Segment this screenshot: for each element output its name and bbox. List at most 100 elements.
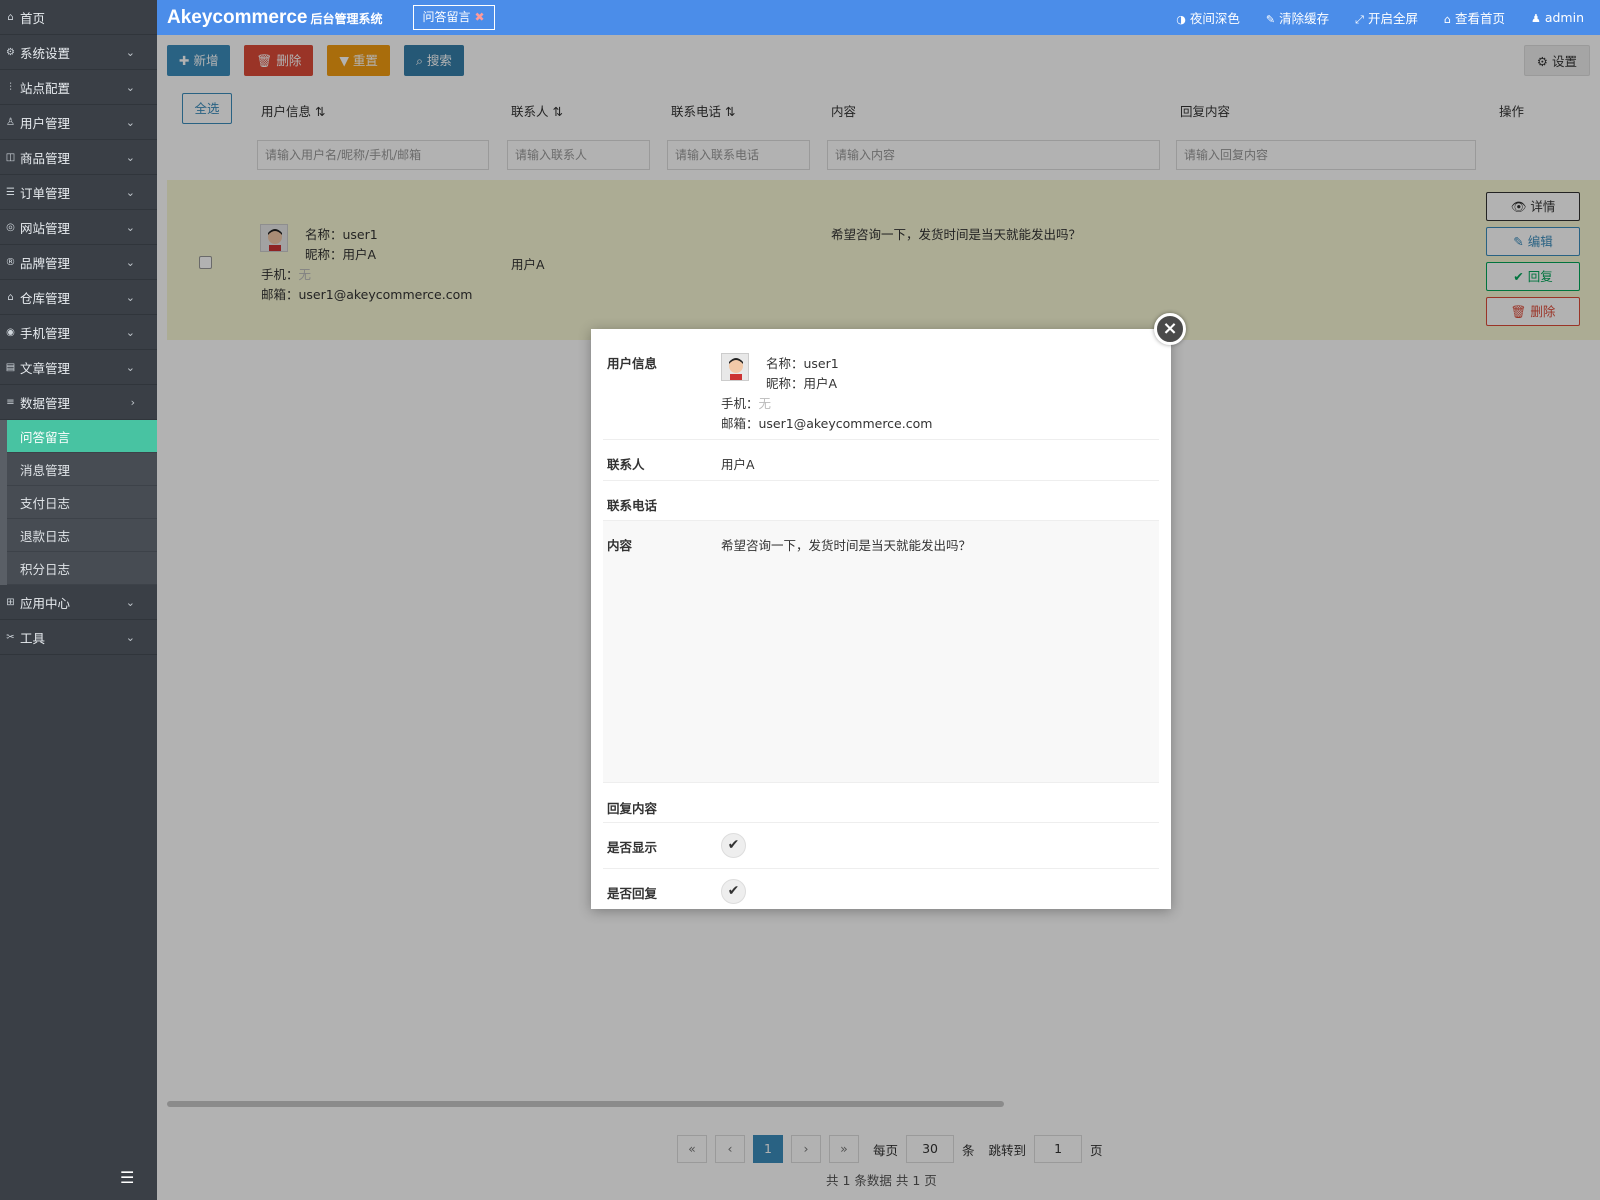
- sidebar-item-label: 应用中心: [20, 595, 71, 611]
- modal-label-reply: 回复内容: [607, 801, 658, 816]
- clear-cache-label: 清除缓存: [1279, 11, 1330, 26]
- sidebar-item-orders[interactable]: ☰ 订单管理 ⌄: [0, 175, 157, 210]
- list-icon: ☰: [6, 186, 15, 198]
- sidebar-item-label: 订单管理: [20, 185, 71, 201]
- fullscreen-label: 开启全屏: [1367, 11, 1418, 26]
- tools-icon: ✂: [6, 631, 15, 643]
- user-icon: ♟: [1530, 12, 1541, 25]
- clear-cache-link[interactable]: ✎ 清除缓存: [1266, 8, 1329, 27]
- chevron-down-icon: ⌄: [125, 80, 135, 94]
- sidebar-item-goods[interactable]: ◫ 商品管理 ⌄: [0, 140, 157, 175]
- sidebar-item-site[interactable]: ⫶ 站点配置 ⌄: [0, 70, 157, 105]
- sidebar-item-label: 站点配置: [20, 80, 71, 96]
- modal-contact-value: 用户A: [721, 457, 755, 472]
- sidebar-item-mobile[interactable]: ◉ 手机管理 ⌄: [0, 315, 157, 350]
- modal-label-content: 内容: [607, 538, 633, 553]
- bag-icon: ◫: [5, 151, 16, 163]
- modal-row-contact: 联系人 用户A: [603, 440, 1159, 481]
- sidebar-item-label: 商品管理: [20, 150, 71, 166]
- sidebar-item-label: 仓库管理: [20, 290, 71, 306]
- registered-icon: ®: [5, 256, 16, 268]
- user-icon: ♙: [6, 116, 15, 128]
- modal-user-phone: 手机：无: [721, 393, 771, 412]
- chevron-down-icon: ⌄: [125, 115, 135, 129]
- header-links: ◑ 夜间深色 ✎ 清除缓存 ⤢ 开启全屏 ⌂ 查看首页 ♟ admin: [1176, 0, 1584, 35]
- modal-row-user: 用户信息 名称：user1 昵称：用户A 手机：无 邮箱：user1@akeyc…: [603, 337, 1159, 440]
- sidebar-item-users[interactable]: ♙ 用户管理 ⌄: [0, 105, 157, 140]
- modal-content-value: 希望咨询一下，发货时间是当天就能发出吗？: [721, 538, 972, 553]
- contrast-icon: ◑: [1176, 13, 1186, 26]
- chevron-down-icon: ⌄: [125, 185, 135, 199]
- brand-name: Akeycommerce: [167, 6, 308, 28]
- document-icon: ▤: [5, 361, 16, 373]
- modal-row-show: 是否显示 ✔: [603, 823, 1159, 869]
- gear-icon: ⚙: [6, 46, 15, 58]
- sliders-icon: ⫶: [9, 81, 12, 93]
- modal-label-user: 用户信息: [607, 356, 658, 371]
- home-icon: ⌂: [7, 11, 14, 23]
- collapse-menu-icon[interactable]: ☰: [120, 1168, 138, 1187]
- sidebar-item-apps[interactable]: ⊞ 应用中心 ⌄: [0, 585, 157, 620]
- sidebar-item-articles[interactable]: ▤ 文章管理 ⌄: [0, 350, 157, 385]
- sidebar-subitem-qa[interactable]: 问答留言: [7, 420, 157, 453]
- chevron-down-icon: ⌄: [125, 220, 135, 234]
- chevron-down-icon: ⌄: [125, 150, 135, 164]
- modal-close-button[interactable]: ×: [1154, 313, 1186, 345]
- home-icon: ⌂: [1443, 13, 1451, 26]
- night-mode-label: 夜间深色: [1189, 11, 1240, 26]
- sidebar-item-system[interactable]: ⚙ 系统设置 ⌄: [0, 35, 157, 70]
- grid-icon: ⊞: [6, 596, 15, 608]
- modal-row-reply: 回复内容: [603, 783, 1159, 823]
- sidebar-item-label: 系统设置: [20, 45, 71, 61]
- detail-modal: 用户信息 名称：user1 昵称：用户A 手机：无 邮箱：user1@akeyc…: [591, 329, 1171, 909]
- tab-label: 问答留言: [422, 10, 471, 24]
- modal-label-show: 是否显示: [607, 840, 658, 855]
- modal-row-content: 内容 希望咨询一下，发货时间是当天就能发出吗？: [603, 521, 1159, 783]
- admin-user-link[interactable]: ♟ admin: [1531, 10, 1584, 25]
- sidebar-item-label: 工具: [20, 630, 46, 646]
- modal-user-email: 邮箱：user1@akeycommerce.com: [721, 416, 933, 431]
- sidebar-item-brand[interactable]: ® 品牌管理 ⌄: [0, 245, 157, 280]
- sidebar-item-home[interactable]: ⌂ 首页: [0, 0, 157, 35]
- night-mode-link[interactable]: ◑ 夜间深色: [1176, 8, 1240, 27]
- close-icon[interactable]: ✖: [475, 10, 485, 24]
- sidebar-item-label: 首页: [20, 10, 46, 26]
- fullscreen-link[interactable]: ⤢ 开启全屏: [1355, 8, 1418, 27]
- sidebar-item-label: 用户管理: [20, 115, 71, 131]
- phone-value: 无: [758, 396, 772, 411]
- modal-user-nickname: 昵称：用户A: [766, 376, 838, 391]
- brush-icon: ✎: [1265, 13, 1276, 26]
- sidebar-subitem-points-log[interactable]: 积分日志: [7, 552, 157, 585]
- modal-label-phone: 联系电话: [607, 498, 658, 513]
- tab-qa[interactable]: 问答留言 ✖: [412, 5, 495, 30]
- brand-subtitle: 后台管理系统: [310, 11, 383, 26]
- avatar: [721, 353, 749, 381]
- sidebar-item-label: 数据管理: [20, 395, 71, 411]
- sidebar-item-website[interactable]: ◎ 网站管理 ⌄: [0, 210, 157, 245]
- sidebar-item-tools[interactable]: ✂ 工具 ⌄: [0, 620, 157, 655]
- view-home-link[interactable]: ⌂ 查看首页: [1444, 8, 1505, 27]
- phone-label: 手机：: [721, 396, 759, 411]
- chevron-down-icon: ⌄: [125, 595, 135, 609]
- sidebar-subitem-messages[interactable]: 消息管理: [7, 453, 157, 486]
- chevron-right-icon: ›: [130, 395, 135, 409]
- modal-label-contact: 联系人: [607, 457, 645, 472]
- warehouse-icon: ⌂: [7, 291, 14, 303]
- sidebar-item-data[interactable]: ≡ 数据管理 ›: [0, 385, 157, 420]
- chevron-down-icon: ⌄: [125, 325, 135, 339]
- modal-user-name: 名称：user1: [766, 356, 839, 371]
- sidebar-item-label: 品牌管理: [20, 255, 71, 271]
- check-icon: ✔: [721, 879, 746, 904]
- view-home-label: 查看首页: [1454, 11, 1505, 26]
- chevron-down-icon: ⌄: [125, 255, 135, 269]
- sidebar-subitem-refund-log[interactable]: 退款日志: [7, 519, 157, 552]
- admin-label: admin: [1544, 10, 1584, 25]
- brand-logo[interactable]: Akeycommerce 后台管理系统: [167, 7, 383, 29]
- sidebar-subitem-pay-log[interactable]: 支付日志: [7, 486, 157, 519]
- database-icon: ≡: [6, 396, 15, 408]
- sidebar-item-warehouse[interactable]: ⌂ 仓库管理 ⌄: [0, 280, 157, 315]
- sidebar-item-label: 手机管理: [20, 325, 71, 341]
- modal-row-phone: 联系电话: [603, 481, 1159, 521]
- sidebar-item-label: 文章管理: [20, 360, 71, 376]
- modal-row-replied: 是否回复 ✔: [603, 869, 1159, 909]
